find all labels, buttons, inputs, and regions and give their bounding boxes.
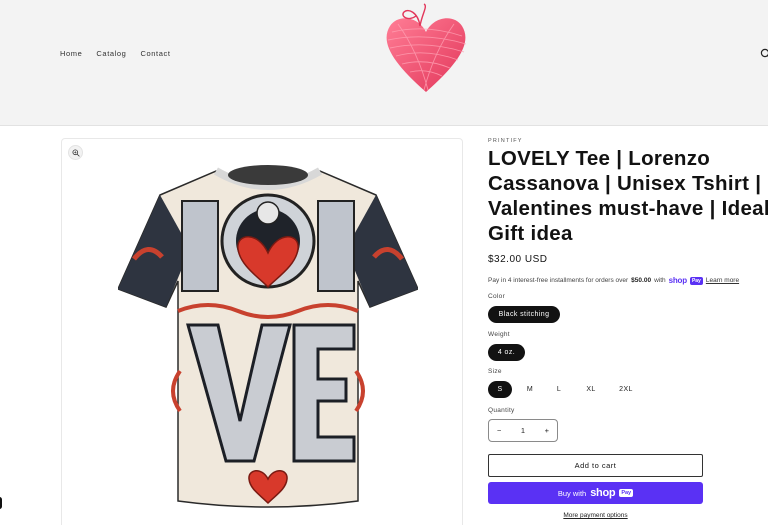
- buy-with-label: Buy with: [557, 488, 587, 498]
- size-option-l[interactable]: L: [547, 381, 571, 398]
- zoom-button[interactable]: [68, 145, 83, 160]
- search-icon[interactable]: [760, 48, 768, 60]
- size-option-m[interactable]: M: [518, 381, 542, 398]
- size-option-2xl[interactable]: 2XL: [611, 381, 641, 398]
- product-media[interactable]: [61, 138, 463, 525]
- nav-item-contact[interactable]: Contact: [140, 49, 170, 58]
- product-price: $32.00 USD: [488, 254, 548, 265]
- buy-with-shop-pay-button[interactable]: Buy with shop Pay: [488, 482, 703, 504]
- size-label: Size: [488, 368, 502, 375]
- weight-option-4oz[interactable]: 4 oz.: [488, 344, 525, 361]
- installments-text: Pay in 4 interest-free installments for …: [488, 277, 629, 284]
- color-label: Color: [488, 293, 506, 300]
- weight-label: Weight: [488, 331, 510, 338]
- product-title: LOVELY Tee | Lorenzo Cassanova | Unisex …: [488, 147, 768, 245]
- shop-logo: shop: [590, 487, 616, 499]
- product-vendor: PRINTIFY: [488, 138, 523, 144]
- main-nav: Home Catalog Contact: [60, 49, 171, 58]
- installments-with: with: [654, 277, 666, 284]
- zoom-in-icon: [71, 148, 80, 157]
- yarn-heart-logo[interactable]: [378, 2, 474, 96]
- learn-more-link[interactable]: Learn more: [706, 277, 739, 284]
- minus-icon[interactable]: −: [497, 426, 501, 435]
- shop-pay-logo: shop: [668, 276, 688, 285]
- color-option-black-stitching[interactable]: Black stitching: [488, 306, 560, 323]
- add-to-cart-button[interactable]: Add to cart: [488, 454, 703, 477]
- installments-banner: Pay in 4 interest-free installments for …: [488, 276, 739, 285]
- size-option-s[interactable]: S: [488, 381, 512, 398]
- quantity-stepper: − 1 +: [488, 419, 558, 442]
- quantity-label: Quantity: [488, 407, 515, 414]
- nav-item-home[interactable]: Home: [60, 49, 82, 58]
- plus-icon[interactable]: +: [545, 426, 549, 435]
- more-payment-options-link[interactable]: More payment options: [488, 512, 703, 519]
- product-image-tshirt: [118, 165, 418, 508]
- nav-item-catalog[interactable]: Catalog: [96, 49, 126, 58]
- installments-threshold: $50.00: [631, 277, 652, 284]
- size-option-xl[interactable]: XL: [577, 381, 605, 398]
- edge-marker: [0, 497, 2, 509]
- site-header: Home Catalog Contact: [0, 0, 768, 126]
- quantity-input[interactable]: 1: [521, 426, 525, 435]
- pay-logo-badge: Pay: [619, 489, 634, 497]
- pay-badge: Pay: [689, 276, 703, 285]
